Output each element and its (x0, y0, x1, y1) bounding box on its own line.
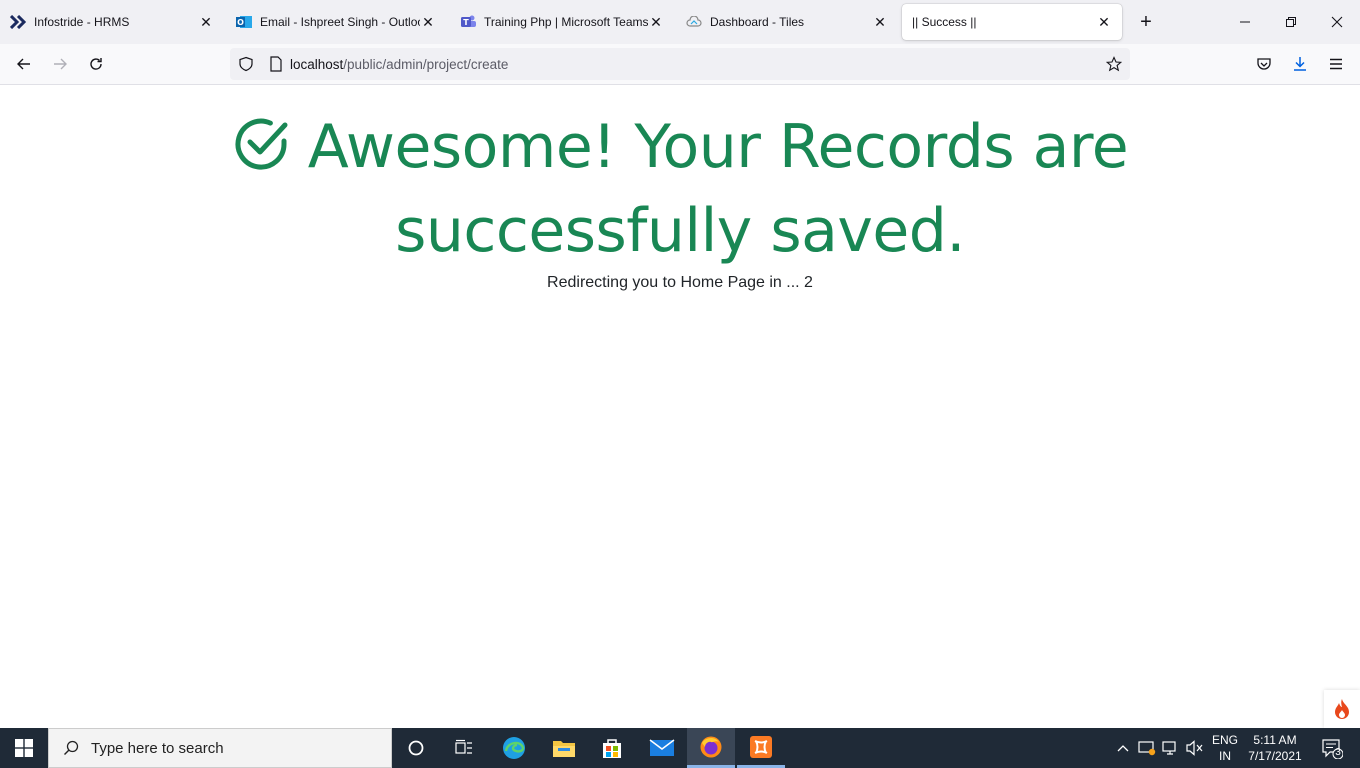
task-view-button[interactable] (440, 728, 488, 768)
close-icon (1331, 16, 1343, 28)
network-tray-button[interactable] (1160, 728, 1182, 768)
task-view-icon (455, 739, 472, 754)
downloads-button[interactable] (1284, 48, 1316, 80)
page-content: Awesome! Your Records are successfully s… (0, 86, 1360, 728)
tab-label: Email - Ishpreet Singh - Outlook (260, 15, 420, 29)
cortana-button[interactable] (392, 728, 440, 768)
region-code: IN (1218, 749, 1231, 763)
teams-icon: T (460, 14, 476, 30)
taskbar-search-box[interactable]: Type here to search (48, 728, 392, 768)
pocket-icon (1257, 58, 1271, 70)
volume-muted-icon (1186, 740, 1203, 756)
clock[interactable]: 5:11 AM 7/17/2021 (1244, 728, 1306, 768)
search-icon (63, 740, 79, 756)
tab-label: Infostride - HRMS (34, 15, 130, 29)
back-button[interactable] (8, 48, 40, 80)
cortana-circle-icon (408, 740, 424, 756)
clock-time: 5:11 AM (1253, 733, 1297, 747)
url-host: localhost (290, 56, 344, 72)
xampp-taskbar-button[interactable] (737, 728, 785, 768)
reload-button[interactable] (80, 48, 112, 80)
edge-icon (503, 737, 525, 759)
check-circle-icon (232, 114, 290, 192)
outlook-icon: O (236, 14, 252, 30)
folder-icon (553, 741, 575, 757)
tab-label: Dashboard - Tiles (710, 15, 805, 29)
start-button[interactable] (0, 728, 48, 768)
double-chevron-icon (10, 14, 26, 30)
firefox-taskbar-button[interactable] (687, 728, 735, 768)
close-tab-icon[interactable]: ✕ (198, 14, 214, 30)
xampp-icon (750, 735, 772, 758)
page-icon[interactable] (262, 56, 290, 72)
svg-text:T: T (463, 18, 469, 27)
chevron-up-icon (1117, 745, 1129, 752)
tab-strip: Infostride - HRMS ✕ O Email - Ishpreet S… (0, 0, 1360, 44)
tab-infostride[interactable]: Infostride - HRMS ✕ (0, 4, 224, 40)
store-bag-icon (603, 739, 621, 758)
show-hidden-icons-button[interactable] (1112, 728, 1134, 768)
store-button[interactable] (588, 728, 636, 768)
restore-icon (1286, 17, 1296, 27)
security-tray-button[interactable] (1136, 728, 1158, 768)
restore-button[interactable] (1268, 0, 1314, 44)
windows-logo-icon (15, 739, 33, 757)
close-window-button[interactable] (1314, 0, 1360, 44)
forward-button[interactable] (44, 48, 76, 80)
forward-arrow-icon (54, 58, 67, 70)
url-path: /public/admin/project/create (343, 56, 509, 72)
file-explorer-button[interactable] (540, 728, 588, 768)
menu-button[interactable] (1320, 48, 1352, 80)
clock-date: 7/17/2021 (1248, 749, 1302, 763)
firefox-icon (700, 736, 722, 757)
new-tab-button[interactable]: + (1132, 10, 1160, 34)
network-icon (1162, 741, 1176, 755)
mail-icon (649, 739, 675, 756)
volume-tray-button[interactable] (1184, 728, 1206, 768)
minimize-icon (1240, 21, 1250, 23)
search-placeholder: Type here to search (91, 739, 224, 757)
tab-label: || Success || (912, 15, 977, 29)
language-indicator[interactable]: ENG IN (1208, 728, 1242, 768)
cloud-icon (686, 14, 702, 30)
navigation-bar: localhost/public/admin/project/create (0, 44, 1360, 85)
close-tab-icon[interactable]: ✕ (872, 14, 888, 30)
taskbar: Type here to search ENG IN 5:11 AM 7/17/… (0, 728, 1360, 768)
notification-center-button[interactable]: 3 (1314, 728, 1350, 768)
flame-icon[interactable] (1324, 690, 1360, 728)
device-security-icon (1138, 741, 1156, 756)
reload-icon (90, 58, 102, 70)
redirect-text: Redirecting you to Home Page in ... 2 (547, 274, 813, 291)
minimize-button[interactable] (1222, 0, 1268, 44)
shield-icon[interactable] (230, 56, 262, 72)
language-code: ENG (1211, 733, 1238, 747)
tab-dashboard[interactable]: Dashboard - Tiles ✕ (676, 4, 898, 40)
tab-outlook[interactable]: O Email - Ishpreet Singh - Outlook ✕ (226, 4, 446, 40)
notification-count: 3 (1335, 747, 1341, 758)
back-arrow-icon (17, 58, 30, 70)
tab-teams[interactable]: T Training Php | Microsoft Teams ✕ (450, 4, 674, 40)
close-tab-icon[interactable]: ✕ (648, 14, 664, 30)
close-tab-icon[interactable]: ✕ (1096, 14, 1112, 30)
bookmark-star-icon[interactable] (1098, 56, 1130, 72)
edge-taskbar-button[interactable] (490, 728, 538, 768)
mail-button[interactable] (638, 728, 686, 768)
close-tab-icon[interactable]: ✕ (420, 14, 436, 30)
svg-text:O: O (237, 18, 244, 27)
download-icon (1294, 57, 1306, 71)
headline-text: Awesome! Your Records are successfully s… (307, 112, 1129, 266)
pocket-button[interactable] (1248, 48, 1280, 80)
success-message: Awesome! Your Records are successfully s… (200, 108, 1160, 270)
tab-success[interactable]: || Success || ✕ (902, 4, 1122, 40)
tab-label: Training Php | Microsoft Teams (484, 15, 648, 29)
url-bar[interactable]: localhost/public/admin/project/create (230, 48, 1130, 80)
hamburger-menu-icon (1330, 58, 1342, 70)
